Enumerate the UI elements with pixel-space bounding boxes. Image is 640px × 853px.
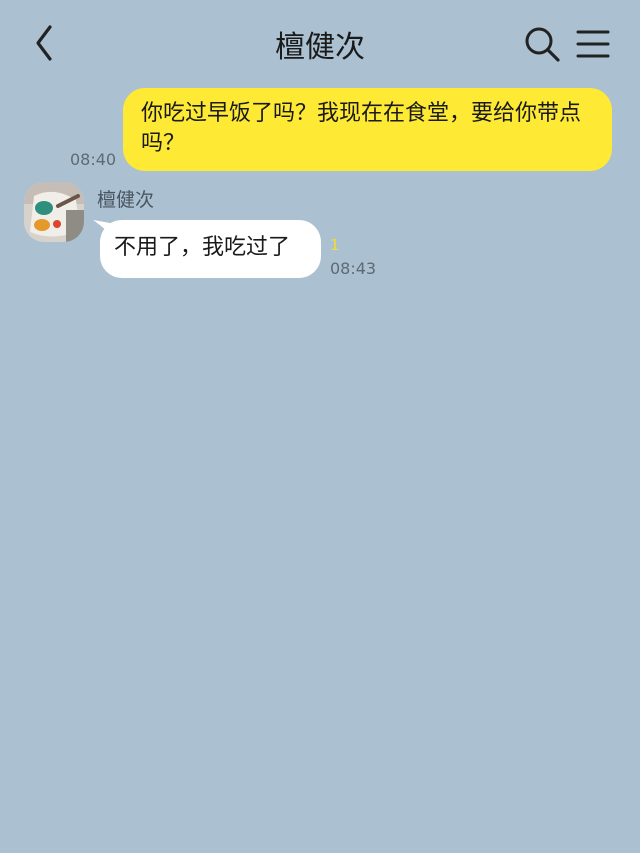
message-timestamp: 08:40: [70, 150, 117, 169]
back-chevron-icon[interactable]: [28, 22, 64, 64]
menu-icon[interactable]: [574, 26, 612, 62]
sender-name: 檀健次: [97, 189, 155, 211]
search-icon[interactable]: [522, 24, 562, 64]
outgoing-message-bubble[interactable]: 你吃过早饭了吗？我现在在食堂，要给你带点吗？: [123, 88, 612, 171]
message-timestamp: 08:43: [330, 259, 377, 278]
chat-header: 檀健次: [0, 0, 640, 86]
avatar[interactable]: [24, 182, 84, 242]
incoming-message-bubble[interactable]: 不用了，我吃过了: [100, 220, 321, 278]
unread-count: 1: [330, 236, 340, 254]
avatar-image: [24, 182, 84, 242]
